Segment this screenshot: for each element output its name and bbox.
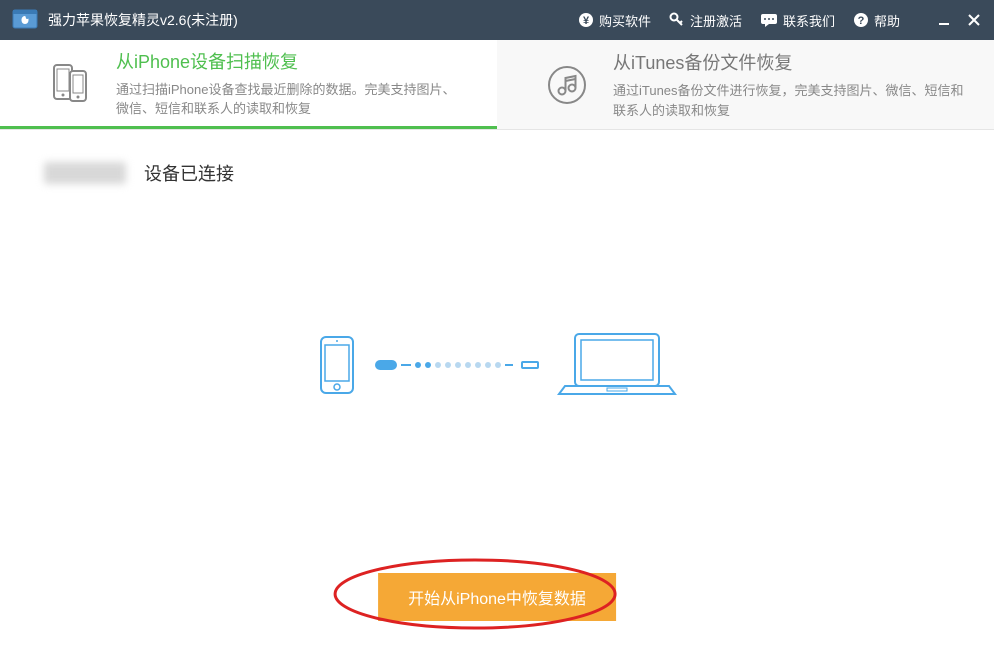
- chat-icon: [760, 12, 778, 28]
- svg-text:¥: ¥: [583, 15, 590, 27]
- close-icon: [968, 14, 980, 26]
- cable-illustration: [375, 360, 539, 370]
- device-name-blurred: [44, 162, 126, 184]
- tab-itunes-title: 从iTunes备份文件恢复: [613, 49, 964, 75]
- minimize-icon: [938, 14, 950, 26]
- titlebar-actions: ¥ 购买软件 注册激活 联系我们 ?: [578, 11, 982, 30]
- key-icon: [669, 12, 685, 28]
- register-link[interactable]: 注册激活: [669, 11, 742, 30]
- minimize-button[interactable]: [936, 12, 952, 28]
- tab-iphone-desc: 通过扫描iPhone设备查找最近删除的数据。完美支持图片、微信、短信和联系人的读…: [116, 80, 467, 119]
- mode-tabs: 从iPhone设备扫描恢复 通过扫描iPhone设备查找最近删除的数据。完美支持…: [0, 40, 994, 130]
- phone-devices-icon: [48, 61, 92, 105]
- tab-itunes-desc: 通过iTunes备份文件进行恢复，完美支持图片、微信、短信和联系人的读取和恢复: [613, 81, 964, 120]
- status-label: 设备已连接: [144, 160, 234, 186]
- device-status: 设备已连接: [44, 160, 950, 186]
- contact-link[interactable]: 联系我们: [760, 11, 835, 30]
- start-recovery-button[interactable]: 开始从iPhone中恢复数据: [378, 573, 616, 621]
- help-label: 帮助: [874, 11, 900, 30]
- svg-text:?: ?: [858, 15, 865, 27]
- buy-label: 购买软件: [599, 11, 651, 30]
- app-logo-icon: [12, 9, 38, 31]
- buy-link[interactable]: ¥ 购买软件: [578, 11, 651, 30]
- help-link[interactable]: ? 帮助: [853, 11, 900, 30]
- phone-illustration-icon: [317, 335, 357, 395]
- action-area: 开始从iPhone中恢复数据: [378, 573, 616, 621]
- titlebar: 强力苹果恢复精灵v2.6(未注册) ¥ 购买软件 注册激活: [0, 0, 994, 40]
- close-button[interactable]: [966, 12, 982, 28]
- laptop-illustration-icon: [557, 330, 677, 400]
- register-label: 注册激活: [690, 11, 742, 30]
- yen-icon: ¥: [578, 12, 594, 28]
- tab-iphone-title: 从iPhone设备扫描恢复: [116, 48, 467, 74]
- tab-itunes-backup[interactable]: 从iTunes备份文件恢复 通过iTunes备份文件进行恢复，完美支持图片、微信…: [497, 40, 994, 129]
- connection-illustration: [317, 330, 677, 400]
- app-title: 强力苹果恢复精灵v2.6(未注册): [48, 10, 238, 30]
- contact-label: 联系我们: [783, 11, 835, 30]
- tab-iphone-scan[interactable]: 从iPhone设备扫描恢复 通过扫描iPhone设备查找最近删除的数据。完美支持…: [0, 40, 497, 129]
- itunes-icon: [545, 63, 589, 107]
- help-icon: ?: [853, 12, 869, 28]
- main-content: 设备已连接: [0, 130, 994, 661]
